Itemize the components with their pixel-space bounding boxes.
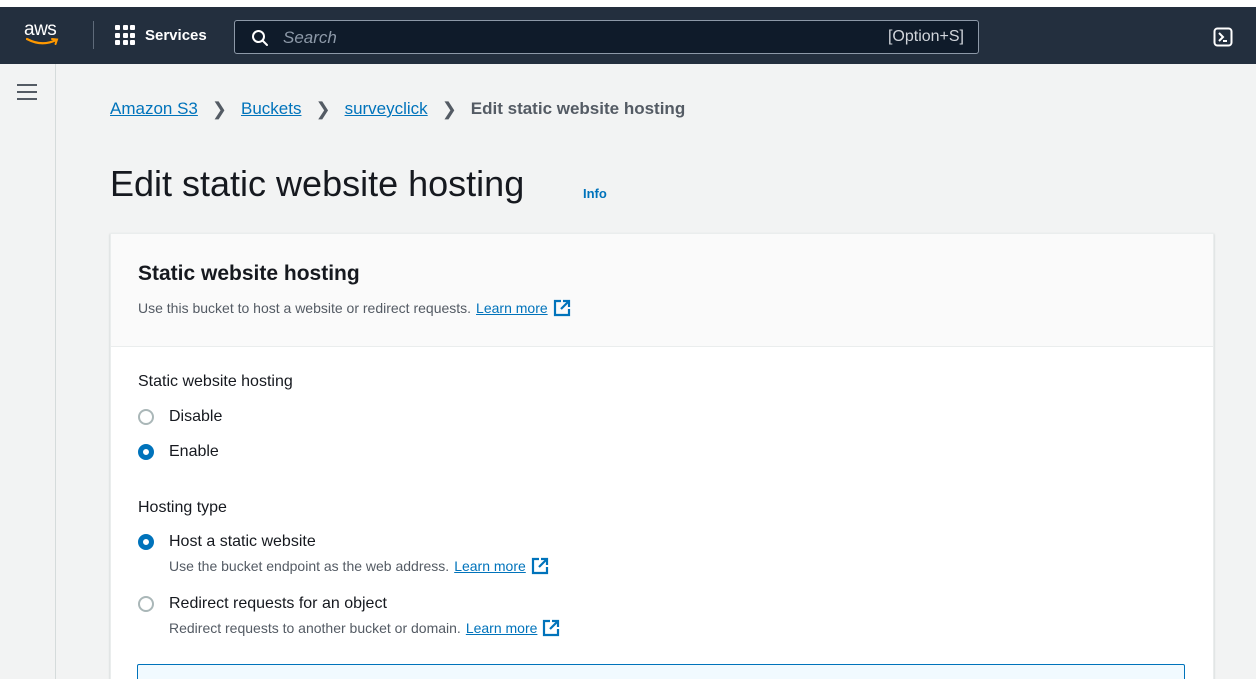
search-shortcut: [Option+S] (887, 28, 964, 45)
page-title: Edit static website hosting (110, 163, 525, 204)
static-website-hosting-panel: Static website hosting Use this bucket t… (110, 233, 1214, 679)
hamburger-icon[interactable] (17, 84, 37, 100)
aws-top-navigation: aws Services Search [Option+S] (0, 7, 1256, 64)
services-grid-icon (115, 25, 135, 45)
radio-enable-circle[interactable] (138, 444, 154, 460)
breadcrumb-current: Edit static website hosting (470, 99, 686, 118)
services-label: Services (145, 26, 207, 44)
hosting-field-label: Static website hosting (138, 373, 293, 390)
panel-description-text: Use this bucket to host a website or red… (138, 300, 472, 316)
learn-more-link[interactable]: Learn more (466, 619, 561, 637)
panel-title: Static website hosting (138, 262, 360, 285)
learn-more-label: Learn more (476, 300, 548, 316)
search-icon (252, 30, 268, 46)
chevron-right-icon: ❯ (441, 98, 457, 119)
info-alert-box (137, 664, 1185, 679)
redirect-description-text: Redirect requests to another bucket or d… (169, 620, 461, 636)
external-link-icon (553, 299, 570, 317)
learn-more-label: Learn more (454, 558, 526, 574)
learn-more-link[interactable]: Learn more (476, 299, 571, 317)
radio-enable-label: Enable (169, 443, 219, 460)
top-strip (0, 0, 1256, 7)
services-menu-button[interactable]: Services (115, 22, 207, 48)
radio-redirect-circle[interactable] (138, 596, 154, 612)
radio-enable[interactable]: Enable (138, 443, 219, 461)
info-link[interactable]: Info (583, 186, 607, 201)
radio-redirect-description: Redirect requests to another bucket or d… (169, 619, 560, 637)
learn-more-label: Learn more (465, 620, 538, 636)
hosting-type-label: Hosting type (138, 499, 227, 516)
learn-more-link[interactable]: Learn more (454, 557, 549, 575)
radio-redirect-label: Redirect requests for an object (169, 595, 387, 612)
chevron-right-icon: ❯ (315, 98, 331, 119)
aws-smile-icon (26, 37, 59, 45)
search-input[interactable]: Search [Option+S] (234, 20, 979, 54)
radio-disable-label: Disable (169, 408, 223, 425)
external-link-icon (543, 619, 560, 637)
breadcrumb-buckets[interactable]: Buckets (241, 99, 301, 119)
left-navigation-rail (0, 64, 56, 679)
aws-logo[interactable]: aws (24, 15, 64, 55)
breadcrumb-bucket[interactable]: surveyclick (345, 99, 428, 119)
chevron-right-icon: ❯ (211, 98, 227, 119)
breadcrumb-amazon-s3[interactable]: Amazon S3 (110, 99, 198, 119)
radio-host-static-circle[interactable] (138, 534, 154, 550)
external-link-icon (531, 557, 548, 575)
panel-header: Static website hosting Use this bucket t… (111, 234, 1213, 347)
panel-description: Use this bucket to host a website or red… (138, 299, 571, 317)
search-placeholder: Search (283, 28, 337, 47)
host-static-description-text: Use the bucket endpoint as the web addre… (169, 558, 450, 574)
breadcrumb: Amazon S3 ❯ Buckets ❯ surveyclick ❯ Edit… (110, 97, 685, 121)
nav-divider (93, 21, 94, 49)
radio-host-static-description: Use the bucket endpoint as the web addre… (169, 557, 549, 575)
radio-disable-circle[interactable] (138, 409, 154, 425)
radio-disable[interactable]: Disable (138, 408, 222, 426)
cloudshell-icon[interactable] (1213, 27, 1233, 47)
radio-host-static-label: Host a static website (169, 533, 316, 550)
radio-host-static-website[interactable]: Host a static website (138, 533, 316, 551)
radio-redirect-requests[interactable]: Redirect requests for an object (138, 595, 387, 613)
